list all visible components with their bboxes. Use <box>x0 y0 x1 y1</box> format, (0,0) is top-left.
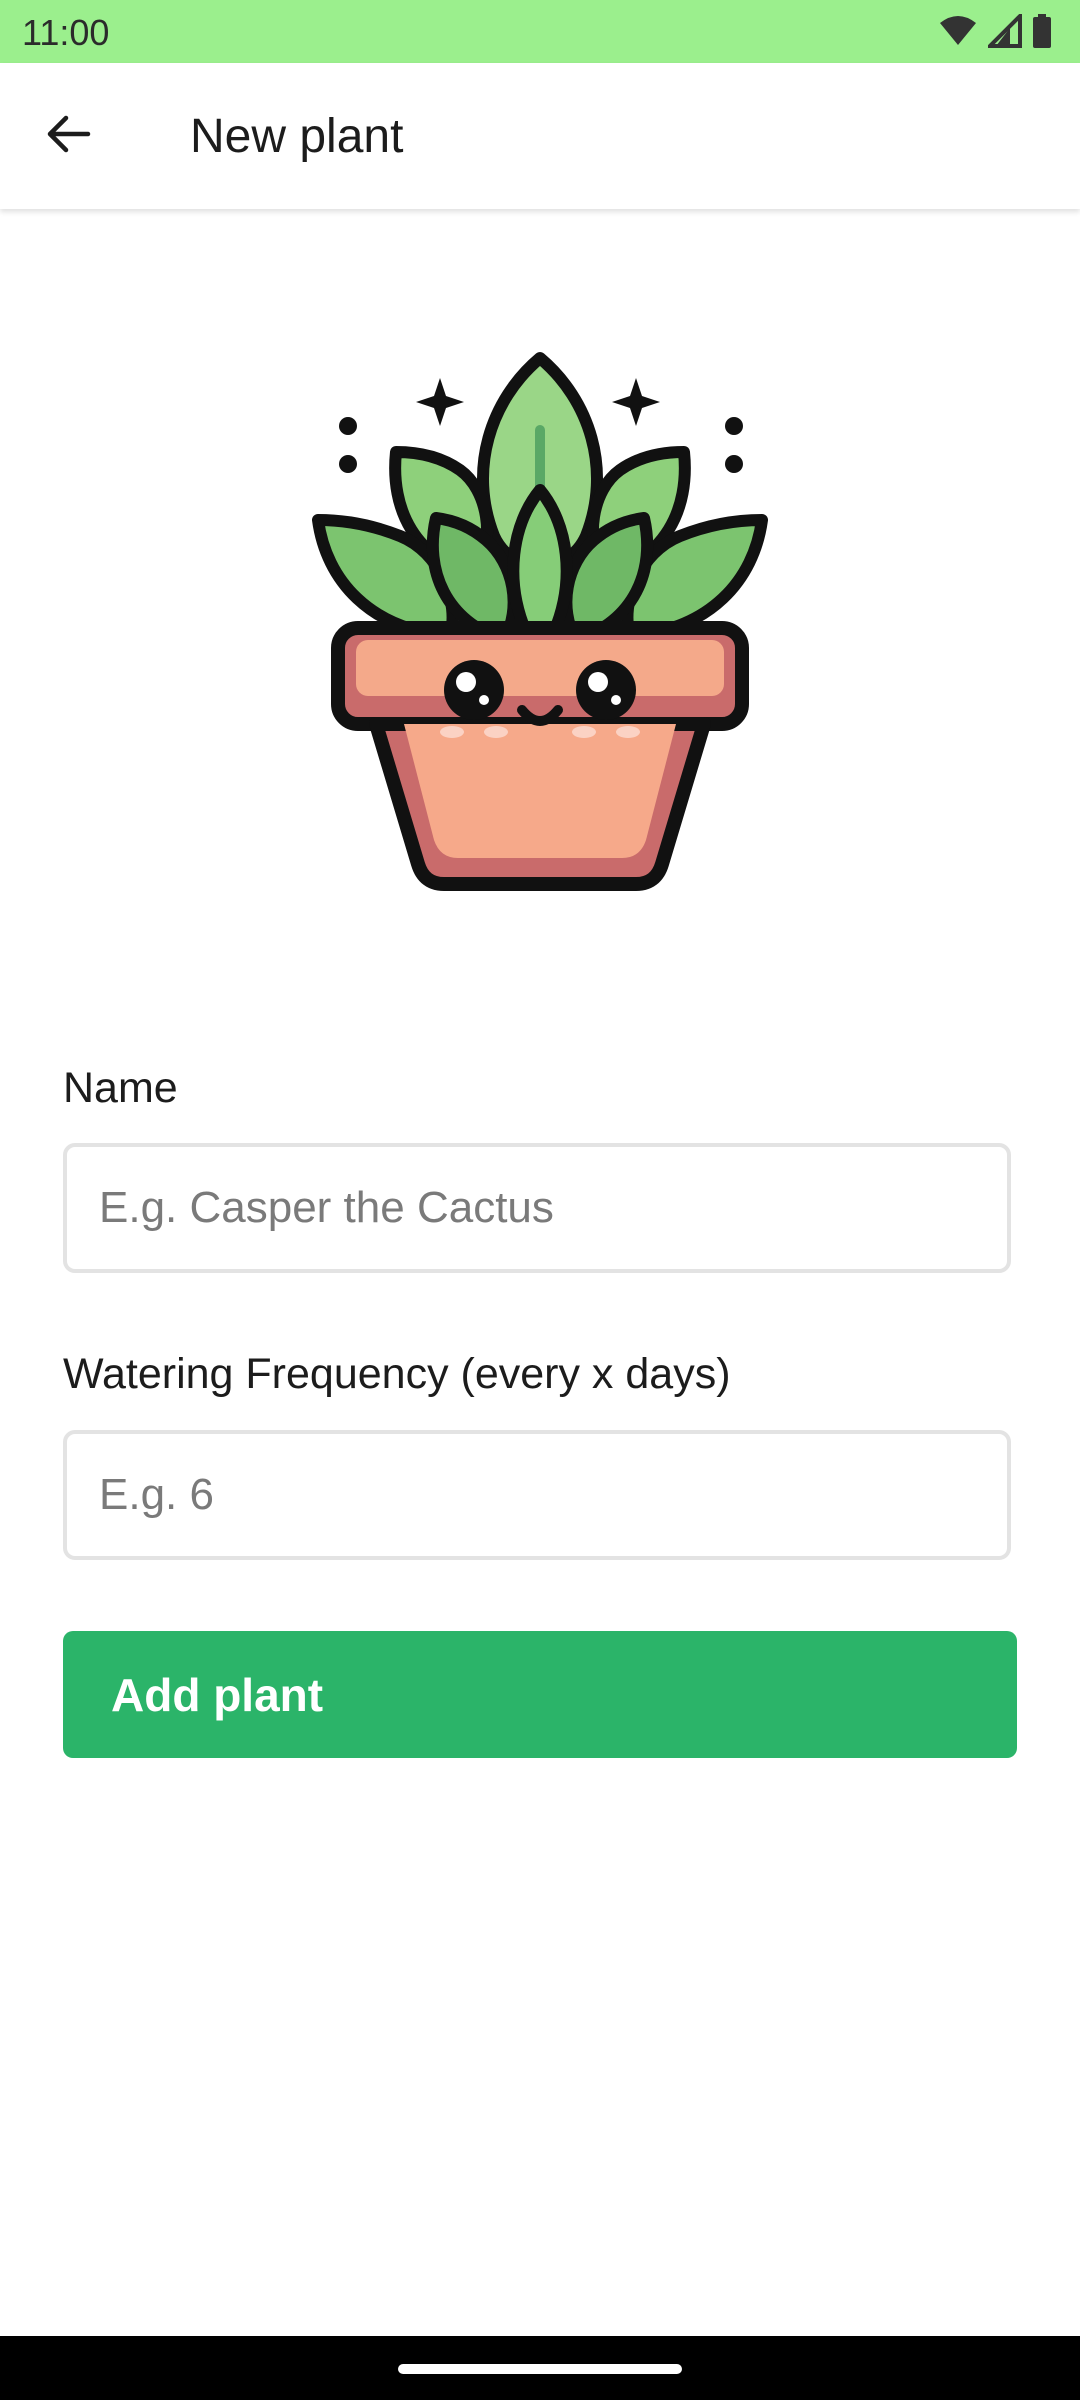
watering-frequency-input[interactable] <box>63 1430 1011 1560</box>
watering-frequency-label: Watering Frequency (every x days) <box>63 1350 731 1398</box>
home-indicator[interactable] <box>398 2364 682 2374</box>
signal-icon <box>988 14 1022 48</box>
status-icons <box>938 14 1052 48</box>
wifi-icon <box>938 15 978 47</box>
add-plant-button[interactable]: Add plant <box>63 1631 1017 1758</box>
plant-illustration <box>300 340 780 900</box>
navigation-bar <box>0 2336 1080 2400</box>
arrow-back-icon <box>44 110 92 163</box>
app-bar: New plant <box>0 63 1080 209</box>
name-label: Name <box>63 1064 178 1112</box>
status-time: 11:00 <box>22 12 110 53</box>
page-title: New plant <box>190 110 404 163</box>
status-bar: 11:00 <box>0 0 1080 63</box>
battery-icon <box>1032 14 1052 48</box>
name-input[interactable] <box>63 1143 1011 1273</box>
back-button[interactable] <box>36 104 100 168</box>
